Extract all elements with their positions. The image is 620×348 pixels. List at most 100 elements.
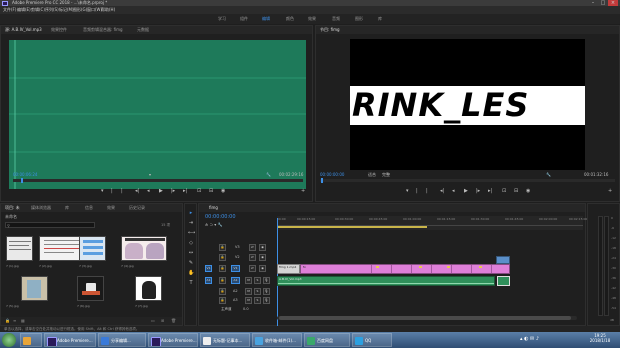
timeline-timecode[interactable]: 00:00:00:00 bbox=[205, 214, 236, 220]
taskbar-item[interactable]: 分享编辑... bbox=[98, 333, 146, 347]
lock-toggle-v3[interactable]: 🔒 bbox=[219, 244, 226, 251]
work-area-bar[interactable] bbox=[277, 226, 427, 228]
mark-in-icon[interactable]: ▾ bbox=[101, 187, 104, 195]
workspace-tab-learn[interactable]: 学习 bbox=[218, 14, 226, 24]
project-thumb-5[interactable] bbox=[21, 276, 48, 301]
menu-help[interactable]: 帮助(H) bbox=[101, 6, 115, 14]
lock-toggle-a2[interactable]: 🔒 bbox=[219, 288, 226, 295]
solo-toggle-a1[interactable]: S bbox=[254, 277, 261, 284]
source-settings-icon[interactable]: + bbox=[301, 187, 305, 195]
prog-step-back-frame-icon[interactable]: ◂ bbox=[452, 187, 455, 195]
pen-tool-icon[interactable]: ✎ bbox=[188, 260, 194, 266]
tab-effect-controls[interactable]: 效果控件 bbox=[51, 26, 67, 34]
menu-window[interactable]: 窗口(W) bbox=[87, 6, 102, 14]
program-viewer[interactable]: RINK_LES bbox=[350, 39, 585, 170]
voiceover-icon-a1[interactable]: 🎙 bbox=[263, 277, 270, 284]
track-select-tool-icon[interactable]: ⇥ bbox=[188, 220, 194, 226]
audio-waveform[interactable]: L bbox=[9, 40, 306, 189]
menu-marker[interactable]: 标记(M) bbox=[59, 6, 74, 14]
lift-icon[interactable]: ⊡ bbox=[502, 187, 506, 195]
tray-icons[interactable]: ▴ ◐ ✉ ♪ bbox=[520, 336, 539, 342]
icon-view-icon[interactable]: ▦ bbox=[21, 318, 25, 323]
menu-file[interactable]: 文件(F) bbox=[3, 6, 16, 14]
goto-out-icon[interactable]: ▸| bbox=[183, 187, 187, 195]
workspace-tab-libraries[interactable]: 库 bbox=[378, 14, 382, 24]
track-target-a1[interactable]: A1 bbox=[231, 277, 240, 284]
lock-toggle-v1[interactable]: 🔒 bbox=[219, 265, 226, 272]
tab-program[interactable]: 节目: fimg bbox=[320, 26, 340, 34]
tab-metadata[interactable]: 元数据 bbox=[137, 26, 149, 34]
solo-toggle-a2[interactable]: S bbox=[254, 288, 261, 295]
tab-effects[interactable]: 效果 bbox=[107, 204, 115, 212]
sync-toggle-v1[interactable]: ⇄ bbox=[249, 265, 256, 272]
razor-tool-icon[interactable]: ◇ bbox=[188, 240, 194, 246]
play-icon[interactable]: ▶ bbox=[159, 187, 163, 195]
extract-icon[interactable]: ⊟ bbox=[514, 187, 518, 195]
program-fit-dropdown[interactable]: 适合 bbox=[368, 172, 376, 178]
project-thumb-4[interactable] bbox=[121, 236, 167, 261]
workspace-tab-effects[interactable]: 效果 bbox=[308, 14, 316, 24]
taskbar-item[interactable]: 无标题-记事本... bbox=[200, 333, 250, 347]
timeline-ruler[interactable]: 00:00 00:00:15:00 00:00:30:00 00:00:45:0… bbox=[277, 216, 587, 230]
tab-audio-clip-mixer[interactable]: 音频剪辑混合器: fimg bbox=[83, 26, 123, 34]
project-thumb-1[interactable] bbox=[6, 236, 33, 261]
menu-graphics[interactable]: 图形(G) bbox=[73, 6, 87, 14]
program-resolution-dropdown[interactable]: 完整 bbox=[382, 172, 390, 178]
clock[interactable]: 19:25 2018/1/18 bbox=[586, 333, 614, 343]
prog-goto-in-icon[interactable]: | bbox=[426, 187, 428, 195]
voiceover-icon-a3[interactable]: 🎙 bbox=[263, 297, 270, 304]
project-thumb-6[interactable] bbox=[77, 276, 104, 301]
new-bin-icon[interactable]: ▭ bbox=[151, 318, 155, 323]
step-back-icon[interactable]: ◂| bbox=[135, 187, 139, 195]
workspace-tab-editing[interactable]: 编辑 bbox=[262, 14, 270, 24]
menu-edit[interactable]: 编辑(E) bbox=[17, 6, 31, 14]
menu-sequence[interactable]: 序列(S) bbox=[45, 6, 59, 14]
eye-toggle-v3[interactable]: ◉ bbox=[259, 244, 266, 251]
hand-tool-icon[interactable]: ✋ bbox=[188, 270, 194, 276]
source-fit-dropdown[interactable]: ▾ bbox=[149, 172, 151, 177]
program-scrubber[interactable] bbox=[320, 178, 615, 183]
lock-toggle-v2[interactable]: 🔒 bbox=[219, 254, 226, 261]
list-view-icon[interactable]: ≡ bbox=[13, 318, 16, 323]
prog-export-frame-icon[interactable]: ◉ bbox=[526, 187, 530, 195]
overwrite-icon[interactable]: ⊟ bbox=[209, 187, 213, 195]
tab-media-browser[interactable]: 媒体浏览器 bbox=[31, 204, 51, 212]
source-wrench-icon[interactable]: 🔧 bbox=[266, 172, 271, 177]
program-wrench-icon[interactable]: 🔧 bbox=[546, 172, 551, 177]
program-playhead[interactable] bbox=[321, 178, 323, 183]
audio-clip[interactable] bbox=[497, 276, 510, 286]
lock-icon[interactable]: 🔒 bbox=[5, 318, 10, 323]
video-clip[interactable]: fimg 1.mp4 bbox=[277, 264, 300, 274]
mute-toggle-a2[interactable]: M bbox=[245, 288, 252, 295]
workspace-tab-color[interactable]: 颜色 bbox=[286, 14, 294, 24]
sync-toggle-v3[interactable]: ⇄ bbox=[249, 244, 256, 251]
tab-sequence[interactable]: fimg bbox=[209, 204, 218, 212]
solo-toggle-a3[interactable]: S bbox=[254, 297, 261, 304]
taskbar-item[interactable]: 百度网盘 bbox=[304, 333, 350, 347]
voiceover-icon-a2[interactable]: 🎙 bbox=[263, 288, 270, 295]
lock-toggle-a1[interactable]: 🔒 bbox=[219, 277, 226, 284]
eye-toggle-v2[interactable]: ◉ bbox=[259, 254, 266, 261]
tab-history[interactable]: 历史记录 bbox=[129, 204, 145, 212]
step-back-frame-icon[interactable]: ◂ bbox=[147, 187, 150, 195]
goto-in-icon[interactable]: | bbox=[121, 187, 123, 195]
slip-tool-icon[interactable]: ↔ bbox=[188, 250, 194, 256]
program-timecode-left[interactable]: 00:00:00:00 bbox=[320, 172, 344, 177]
audio-clip[interactable]: A.B.IV_Vol.mp3 bbox=[277, 276, 495, 286]
master-volume[interactable]: 0.0 bbox=[243, 305, 249, 313]
prog-mark-out-icon[interactable]: | bbox=[416, 187, 418, 195]
video-clip[interactable] bbox=[496, 256, 510, 264]
eye-toggle-v1[interactable]: ◉ bbox=[259, 265, 266, 272]
program-settings-icon[interactable]: + bbox=[608, 187, 612, 195]
prog-step-forward-icon[interactable]: |▸ bbox=[476, 187, 480, 195]
type-tool-icon[interactable]: T bbox=[188, 280, 194, 286]
workspace-tab-audio[interactable]: 音频 bbox=[332, 14, 340, 24]
timeline-settings-icon[interactable]: 🔧 bbox=[218, 222, 223, 227]
video-clip[interactable]: fx bbox=[300, 264, 510, 274]
project-search-input[interactable]: ⚲ bbox=[5, 222, 95, 228]
project-thumb-7[interactable] bbox=[135, 276, 162, 301]
ripple-edit-tool-icon[interactable]: ⟷ bbox=[188, 230, 195, 236]
workspace-tab-assembly[interactable]: 组件 bbox=[240, 14, 248, 24]
source-timecode-left[interactable]: 00:00:06:24 bbox=[13, 172, 37, 177]
taskbar-item[interactable]: QQ bbox=[352, 333, 392, 347]
